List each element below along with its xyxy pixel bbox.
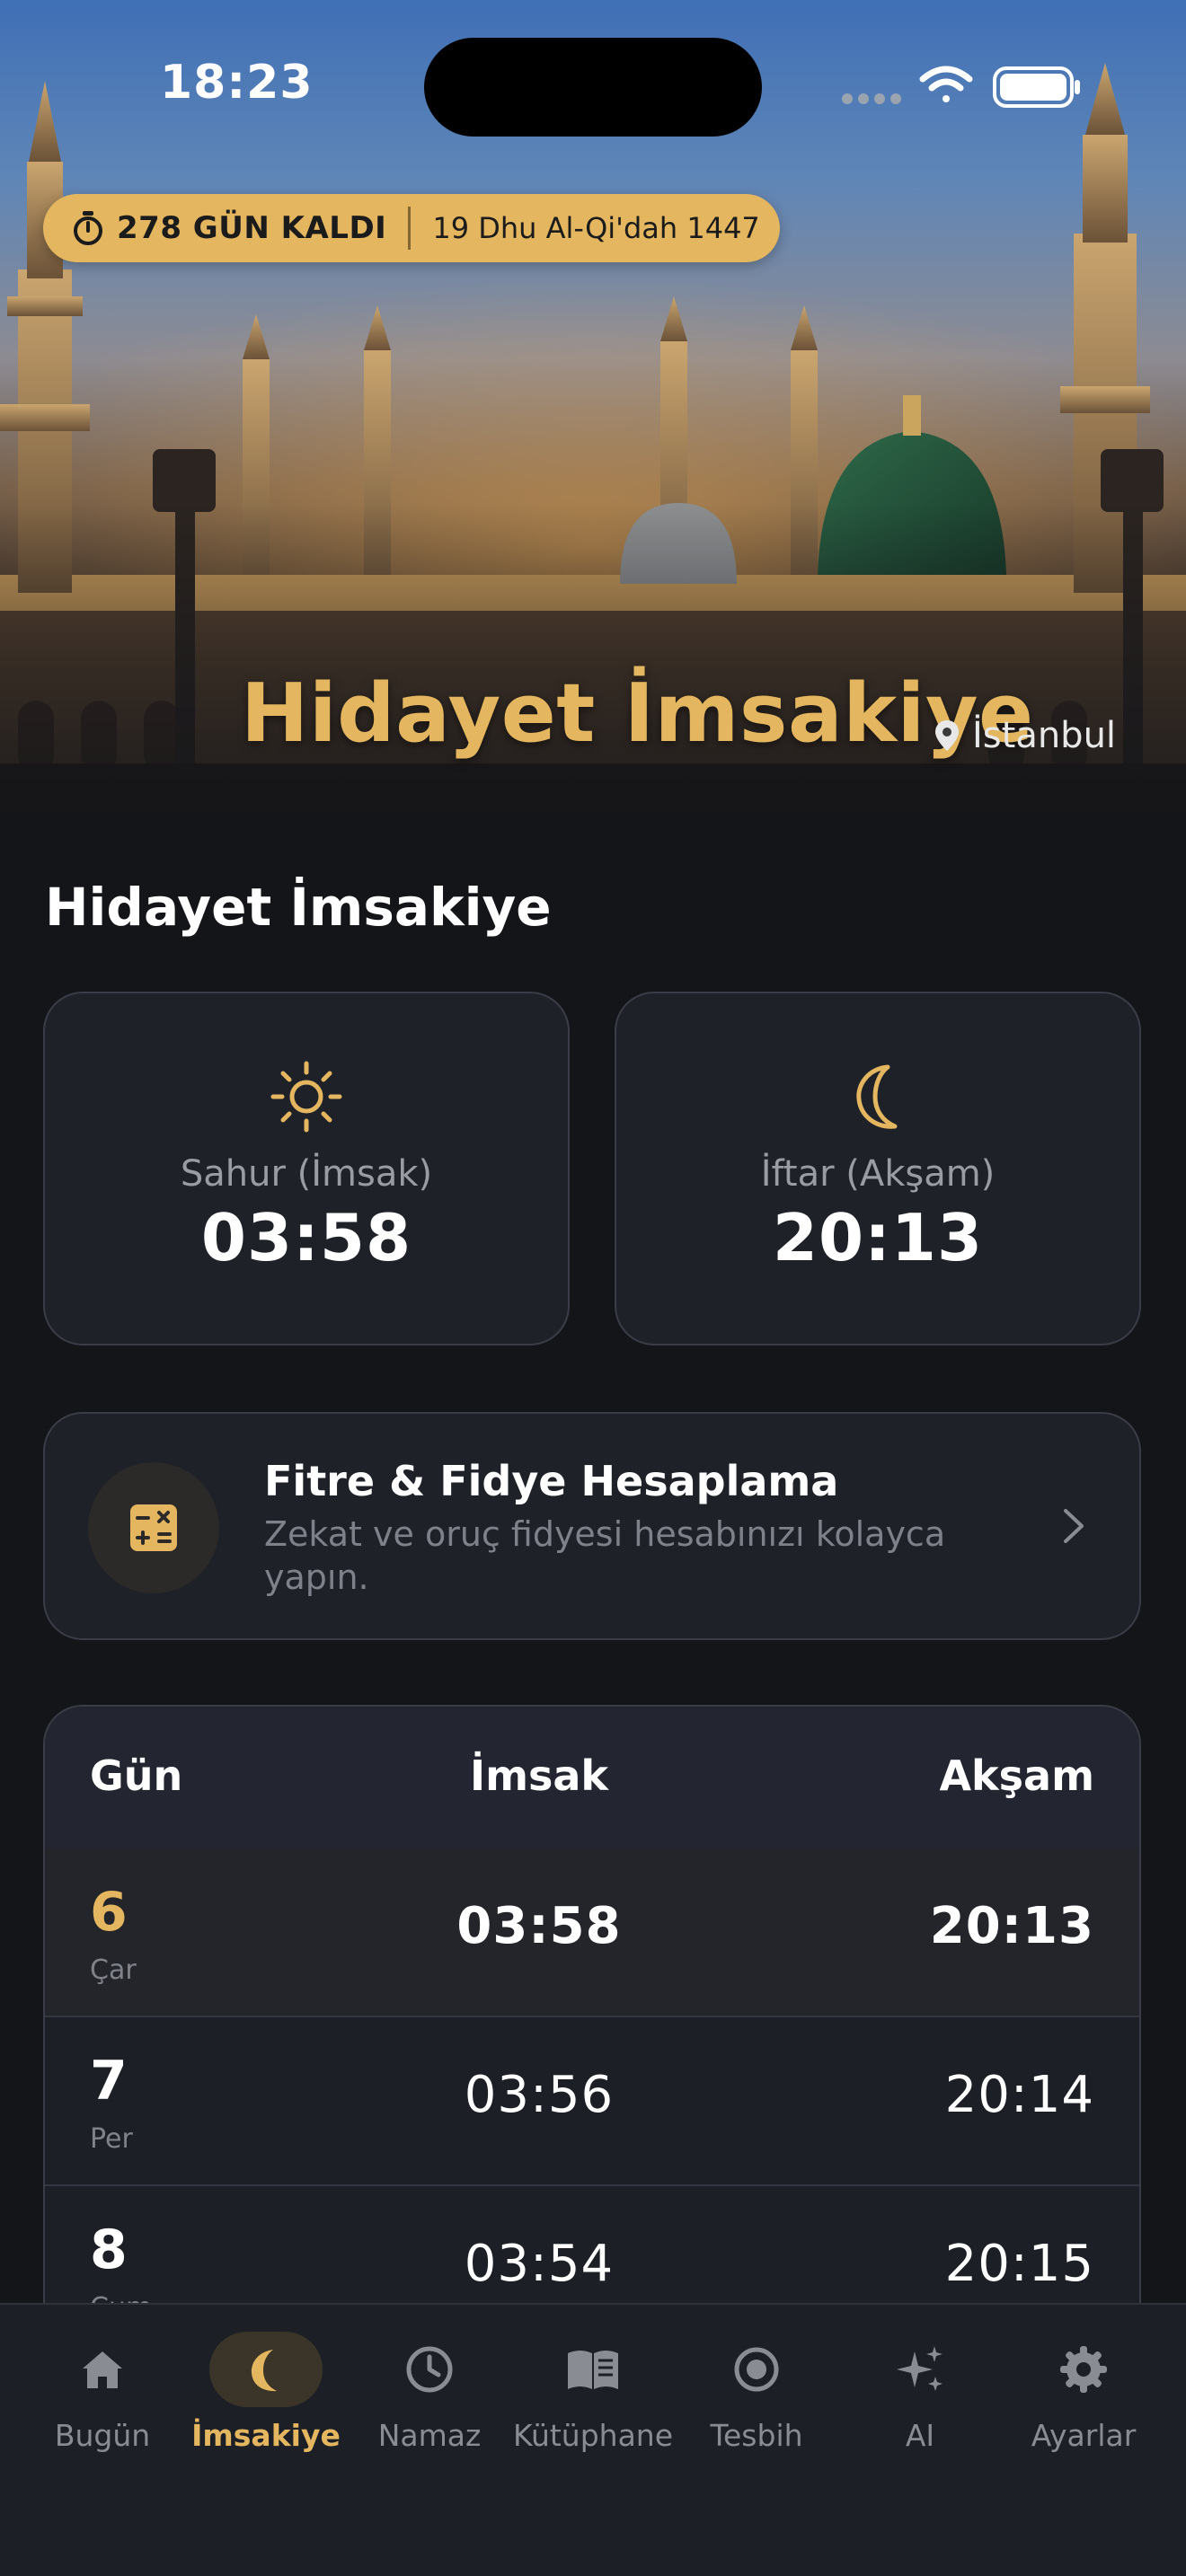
gear-icon (1060, 2346, 1107, 2393)
sparkles-icon (897, 2346, 943, 2391)
sahur-time: 03:58 (200, 1200, 412, 1275)
tab-label: Bugün (54, 2418, 151, 2453)
hero-title: Hidayet İmsakiye (241, 666, 1034, 761)
row-aksam: 20:14 (944, 2066, 1094, 2124)
row-imsak: 03:54 (464, 2235, 615, 2293)
iftar-time: 20:13 (772, 1200, 984, 1275)
calculator-icon-badge (88, 1462, 219, 1593)
tab-kutuphane[interactable]: Kütüphane (511, 2305, 675, 2484)
fitre-subtitle: Zekat ve oruç fidyesi hesabınızı kolayca… (264, 1514, 946, 1597)
countdown-divider (408, 207, 412, 250)
row-aksam: 20:15 (944, 2235, 1094, 2293)
tab-label: Tesbih (710, 2418, 803, 2453)
signal-icon (842, 93, 901, 104)
status-time: 18:23 (160, 56, 314, 110)
wifi-icon (919, 66, 973, 102)
row-aksam: 20:13 (929, 1897, 1094, 1955)
sun-icon (270, 1061, 342, 1133)
target-icon (734, 2347, 779, 2392)
timer-icon (74, 211, 102, 245)
header-day: Gün (90, 1751, 183, 1800)
row-day: 7 (90, 2050, 128, 2113)
tab-imsakiye[interactable]: İmsakiye (184, 2305, 348, 2484)
tab-ayarlar[interactable]: Ayarlar (1002, 2305, 1165, 2484)
tab-namaz[interactable]: Namaz (348, 2305, 511, 2484)
section-title: Hidayet İmsakiye (45, 877, 552, 938)
tab-label: AI (905, 2418, 935, 2453)
home-icon (83, 2351, 122, 2388)
row-weekday: Çar (90, 1954, 137, 1986)
tab-label: Ayarlar (1031, 2418, 1137, 2453)
chevron-right-icon (1064, 1509, 1084, 1543)
tab-label: İmsakiye (191, 2418, 341, 2453)
tab-label: Kütüphane (512, 2418, 674, 2453)
hijri-date: 19 Dhu Al-Qi'dah 1447 (432, 211, 760, 245)
row-imsak: 03:56 (464, 2066, 615, 2124)
moon-icon (856, 1064, 898, 1129)
fitre-fidye-card[interactable]: Fitre & Fidye Hesaplama Zekat ve oruç fi… (43, 1412, 1141, 1640)
hero-fade (0, 503, 1186, 813)
tab-ai[interactable]: AI (838, 2305, 1002, 2484)
header-imsak: İmsak (469, 1751, 609, 1800)
table-row[interactable]: 6 Çar 03:58 20:13 (45, 1848, 1139, 2017)
table-header: Gün İmsak Akşam (45, 1707, 1139, 1848)
header-aksam: Akşam (939, 1751, 1094, 1800)
calculator-icon (130, 1504, 177, 1551)
app-screen: 18:23 278 GÜN KALDI 19 Dhu Al-Qi'dah 144… (0, 0, 1186, 2576)
fitre-title: Fitre & Fidye Hesaplama (264, 1457, 839, 1505)
table-row[interactable]: 7 Per 03:56 20:14 (45, 2017, 1139, 2186)
location-pin-icon (935, 720, 959, 751)
tab-bar: Bugün İmsakiye Namaz Kütüphane Tesbih AI… (0, 2303, 1186, 2576)
tab-label: Namaz (377, 2418, 482, 2453)
row-weekday: Per (90, 2123, 133, 2155)
iftar-card[interactable]: İftar (Akşam) 20:13 (615, 992, 1141, 1345)
row-imsak: 03:58 (456, 1897, 622, 1955)
clock-icon (406, 2346, 453, 2393)
sahur-card[interactable]: Sahur (İmsak) 03:58 (43, 992, 570, 1345)
countdown-pill[interactable]: 278 GÜN KALDI 19 Dhu Al-Qi'dah 1447 (43, 194, 780, 262)
location-indicator[interactable]: İstanbul (934, 715, 1116, 756)
iftar-label: İftar (Akşam) (760, 1153, 996, 1195)
row-day: 8 (90, 2219, 128, 2281)
battery-icon (993, 66, 1080, 108)
moon-icon (251, 2350, 277, 2392)
tab-bugun[interactable]: Bugün (21, 2305, 184, 2484)
city-name: İstanbul (972, 715, 1117, 756)
dynamic-island (424, 38, 762, 137)
sahur-label: Sahur (İmsak) (180, 1153, 433, 1195)
row-day: 6 (90, 1881, 128, 1944)
status-icons (842, 66, 1080, 108)
hero-banner: 18:23 278 GÜN KALDI 19 Dhu Al-Qi'dah 144… (0, 0, 1186, 813)
tab-tesbih[interactable]: Tesbih (675, 2305, 838, 2484)
book-icon (568, 2351, 618, 2389)
countdown-days: 278 GÜN KALDI (117, 210, 387, 246)
